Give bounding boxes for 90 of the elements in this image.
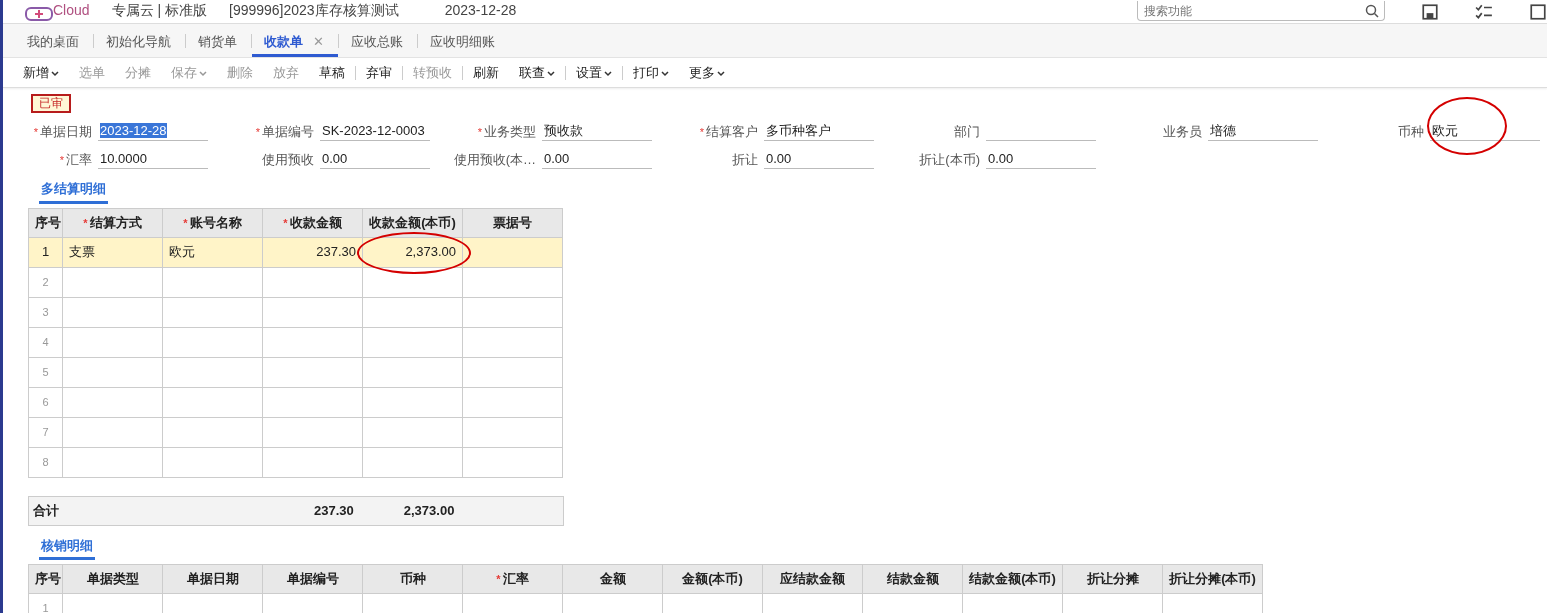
row-number: 6 [28, 387, 63, 417]
total-label: 合计 [32, 501, 59, 520]
tab[interactable]: 应收总账 [338, 25, 417, 57]
caret-icon [547, 69, 555, 77]
input-field[interactable]: SK-2023-12-0003 [320, 120, 430, 141]
account-name: [999996]2023库存核算测试 [229, 1, 399, 20]
column-header: 折让分摊 [1062, 564, 1163, 594]
field-label: 折让 [731, 150, 759, 169]
row-number: 4 [28, 327, 63, 357]
row-number: 1 [28, 237, 63, 267]
total-value: 2,373.00 [403, 501, 455, 520]
field-label: *汇率 [58, 150, 93, 169]
field-label: *单据编号 [254, 122, 315, 141]
total-value: 237.30 [314, 501, 354, 520]
column-header: 单据编号 [262, 564, 363, 594]
section-tab[interactable]: 核销明细 [39, 535, 95, 560]
login-date: 2023-12-28 [444, 1, 517, 20]
column-header: 序号 [28, 208, 63, 237]
tab[interactable]: 销货单 [186, 25, 251, 57]
tab[interactable]: 应收明细账 [417, 25, 509, 57]
field-label: 使用预收(本… [452, 150, 537, 169]
checklist-icon[interactable] [1475, 3, 1493, 21]
column-header: *账号名称 [162, 208, 263, 237]
field-label: *结算客户 [698, 122, 759, 141]
input-field[interactable]: 多币种客户 [764, 120, 874, 141]
toolbar-button[interactable]: 新增 [13, 60, 69, 85]
window-icon[interactable] [1529, 3, 1547, 21]
column-header: *汇率 [462, 564, 563, 594]
column-header: 序号 [28, 564, 63, 594]
caret-icon [661, 69, 669, 77]
toolbar-button[interactable]: 更多 [679, 60, 735, 85]
field-label: 使用预收 [261, 150, 315, 169]
row-number: 5 [28, 357, 63, 387]
column-header: *收款金额 [262, 208, 363, 237]
row-number: 3 [28, 297, 63, 327]
column-header: 单据日期 [162, 564, 263, 594]
toolbar-button[interactable]: 刷新 [463, 60, 509, 85]
row-number: 7 [28, 417, 63, 447]
input-field[interactable]: 欧元 [1430, 120, 1540, 141]
column-header: *结算方式 [62, 208, 163, 237]
tab[interactable]: 我的桌面 [15, 25, 93, 57]
input-field[interactable]: 0.00 [764, 148, 874, 169]
toolbar-button[interactable]: 联查 [509, 60, 565, 85]
logo-text: Cloud [53, 1, 90, 20]
column-header: 币种 [362, 564, 463, 594]
input-field[interactable]: 10.0000 [98, 148, 208, 169]
toolbar-button[interactable]: 弃审 [356, 60, 402, 85]
toolbar-button[interactable]: 打印 [623, 60, 679, 85]
logo-icon [25, 7, 53, 21]
row-number: 2 [28, 267, 63, 297]
status-badge: 已审 [31, 94, 71, 113]
field-label: 部门 [953, 122, 981, 141]
column-header: 折让分摊(本币) [1162, 564, 1263, 594]
field-label: 业务员 [1162, 122, 1203, 141]
input-field[interactable]: 预收款 [542, 120, 652, 141]
input-field[interactable]: 培德 [1208, 120, 1318, 141]
field-label: *单据日期 [32, 122, 93, 141]
column-header: 金额(本币) [662, 564, 763, 594]
input-field[interactable]: 0.00 [986, 148, 1096, 169]
column-header: 收款金额(本币) [362, 208, 463, 237]
table-cell: 欧元 [162, 237, 263, 267]
table-cell: 支票 [62, 237, 163, 267]
row-number: 8 [28, 447, 63, 477]
column-header: 票据号 [462, 208, 563, 237]
tab[interactable]: 收款单 ✕ [252, 25, 338, 57]
column-header: 应结款金额 [762, 564, 863, 594]
column-header: 单据类型 [62, 564, 163, 594]
field-label: 折让(本币) [918, 150, 981, 169]
caret-icon [717, 69, 725, 77]
edition-label: 专属云 | 标准版 [111, 1, 207, 20]
search-icon[interactable] [1365, 3, 1379, 18]
input-field[interactable]: 0.00 [542, 148, 652, 169]
column-header: 结款金额(本币) [962, 564, 1063, 594]
input-field[interactable]: 0.00 [320, 148, 430, 169]
field-label: 币种 [1397, 122, 1425, 141]
input-field[interactable]: 2023-12-28 [98, 120, 208, 141]
toolbar-button[interactable]: 设置 [566, 60, 622, 85]
search-field[interactable]: 搜索功能 [1137, 1, 1385, 21]
field-label: *业务类型 [476, 122, 537, 141]
tab[interactable]: 初始化导航 [94, 25, 185, 57]
toolbar-button[interactable]: 草稿 [309, 60, 355, 85]
save-icon[interactable] [1421, 3, 1439, 21]
caret-icon [51, 69, 59, 77]
row-number: 1 [28, 593, 63, 613]
column-header: 结款金额 [862, 564, 963, 594]
section-tab[interactable]: 多结算明细 [39, 179, 108, 204]
caret-icon [604, 69, 612, 77]
column-header: 金额 [562, 564, 663, 594]
table-cell: 237.30 [262, 237, 363, 267]
caret-icon [199, 69, 207, 77]
